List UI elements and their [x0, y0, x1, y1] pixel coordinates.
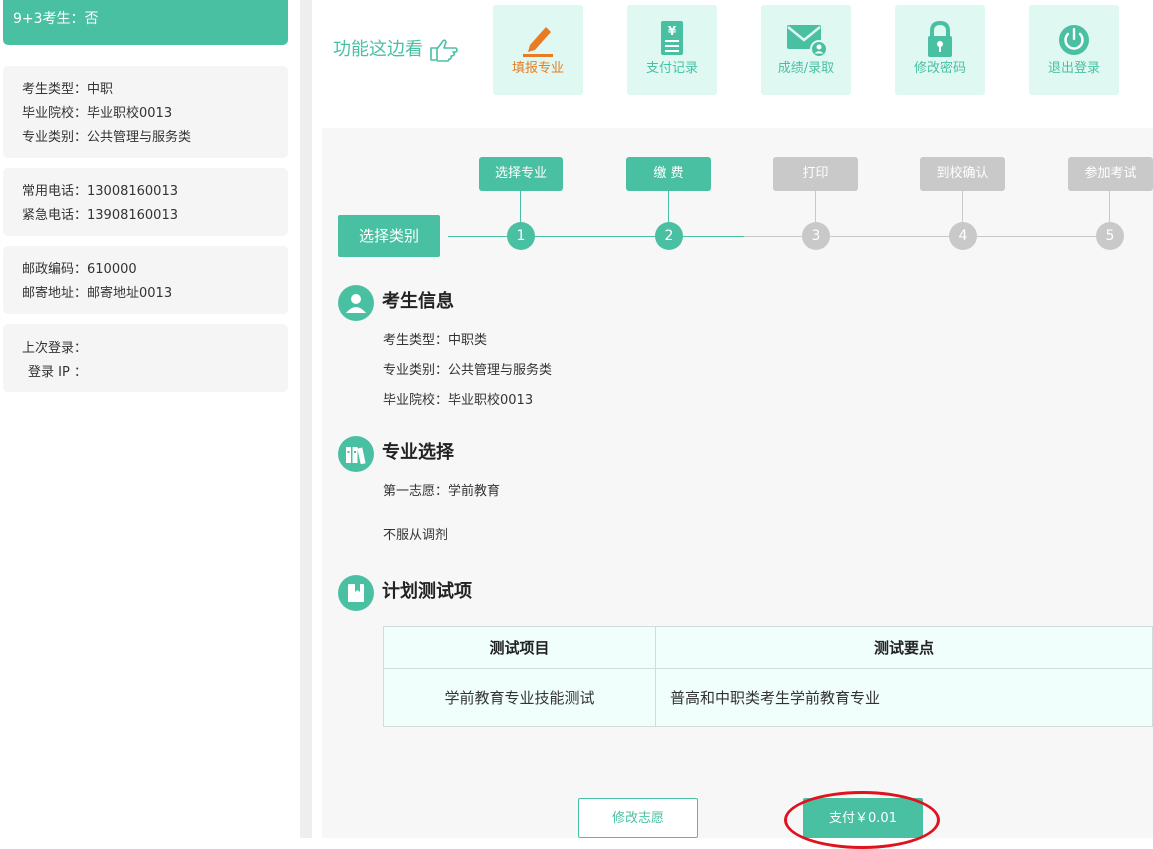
progress-line-todo [744, 236, 1124, 237]
pointing-hand-icon [430, 39, 458, 62]
info-major-category: 专业类别：公共管理与服务类 [22, 130, 192, 145]
user-icon [338, 285, 374, 321]
info-candidate-type: 考生类型：中职 [22, 82, 114, 97]
info-phone: 常用电话：13008160013 [22, 184, 178, 199]
step-label-print: 打印 [773, 157, 858, 191]
section-title-plan-tests: 计划测试项 [382, 581, 472, 602]
nine-plus-three-status: 9+3考生：否 [3, 0, 288, 45]
step-connector-4 [962, 191, 963, 222]
info-postcode: 邮政编码：610000 [22, 262, 137, 277]
table-header-test-points: 测试要点 [655, 626, 1153, 669]
info-emergency-phone: 紧急电话：13908160013 [22, 208, 178, 223]
tile-score-admission[interactable]: 成绩/录取 [761, 5, 851, 95]
step-connector-5 [1109, 191, 1110, 222]
section-title-candidate-info: 考生信息 [382, 291, 454, 312]
info-last-login: 上次登录： [22, 341, 88, 356]
svg-text:¥: ¥ [668, 24, 677, 38]
tile-logout-label: 退出登录 [1047, 61, 1100, 76]
step-circle-5: 5 [1096, 222, 1124, 250]
progress-line-done [448, 236, 744, 237]
function-bar-title: 功能这边看 [333, 38, 459, 62]
mail-user-icon [787, 25, 828, 58]
step-connector-1 [520, 191, 521, 222]
step-circle-4: 4 [949, 222, 977, 250]
info-mail-address: 邮寄地址：邮寄地址0013 [22, 286, 173, 301]
lock-icon [928, 20, 952, 57]
step-circle-1: 1 [507, 222, 535, 250]
info-login-ip: 登录 IP ： [28, 365, 87, 380]
tile-change-password-label: 修改密码 [913, 61, 966, 76]
plan-tests-table: 测试项目 测试要点 学前教育专业技能测试 普高和中职类考生学前教育专业 [383, 626, 1153, 727]
function-bar-title-text: 功能这边看 [333, 39, 423, 60]
step-circle-2: 2 [655, 222, 683, 250]
step-circle-3: 3 [802, 222, 830, 250]
power-icon [1059, 25, 1089, 55]
column-divider [300, 0, 312, 838]
info-block-phone: 常用电话：13008160013 紧急电话：13908160013 [3, 168, 288, 236]
step-connector-2 [668, 191, 669, 222]
tile-payment-records[interactable]: ¥ 支付记录 [627, 5, 717, 95]
table-cell-test-item: 学前教育专业技能测试 [383, 668, 656, 727]
step-label-payment: 缴 费 [626, 157, 711, 191]
detail-no-adjust: 不服从调剂 [383, 528, 449, 543]
left-sidebar: 9+3考生：否 考生类型：中职 毕业院校：毕业职校0013 专业类别：公共管理与… [0, 0, 300, 838]
step-label-select-major: 选择专业 [479, 157, 563, 191]
step-connector-3 [815, 191, 816, 222]
tile-fill-major-label: 填报专业 [511, 61, 564, 76]
table-row: 学前教育专业技能测试 普高和中职类考生学前教育专业 [383, 668, 1153, 727]
step-label-school-confirm: 到校确认 [920, 157, 1005, 191]
section-title-major-selection: 专业选择 [382, 442, 454, 463]
pay-button[interactable]: 支付￥0.01 [803, 798, 923, 838]
modify-choice-button[interactable]: 修改志愿 [578, 798, 698, 838]
tile-change-password[interactable]: 修改密码 [895, 5, 985, 95]
detail-first-choice: 第一志愿：学前教育 [383, 484, 501, 499]
detail-major-category: 专业类别：公共管理与服务类 [383, 363, 553, 378]
info-block-mail: 邮政编码：610000 邮寄地址：邮寄地址0013 [3, 246, 288, 314]
select-category-button[interactable]: 选择类别 [338, 215, 440, 257]
book-icon [338, 575, 374, 611]
table-header-test-item: 测试项目 [383, 626, 656, 669]
info-block-login: 上次登录： 登录 IP ： [3, 324, 288, 392]
tile-logout[interactable]: 退出登录 [1029, 5, 1119, 95]
tile-payment-records-label: 支付记录 [645, 61, 698, 76]
tile-score-admission-label: 成绩/录取 [777, 61, 835, 76]
info-block-school: 考生类型：中职 毕业院校：毕业职校0013 专业类别：公共管理与服务类 [3, 66, 288, 158]
detail-graduate-school: 毕业院校：毕业职校0013 [383, 393, 534, 408]
tile-fill-major[interactable]: 填报专业 [493, 5, 583, 95]
detail-candidate-type: 考生类型：中职类 [383, 333, 488, 348]
receipt-icon: ¥ [661, 21, 683, 55]
step-label-take-exam: 参加考试 [1068, 157, 1153, 191]
table-header-row: 测试项目 测试要点 [383, 626, 1153, 669]
pencil-icon [523, 27, 553, 57]
table-cell-test-points: 普高和中职类考生学前教育专业 [655, 668, 1153, 727]
info-graduate-school: 毕业院校：毕业职校0013 [22, 106, 173, 121]
books-icon [338, 436, 374, 472]
